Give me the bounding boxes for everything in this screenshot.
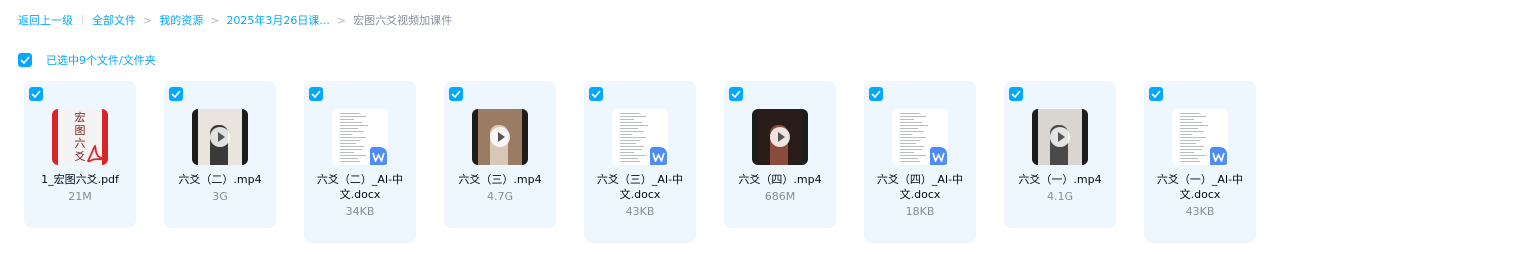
check-icon <box>311 90 321 98</box>
breadcrumb: 返回上一级 全部文件 > 我的资源 > 2025年3月26日课... > 宏图六… <box>18 12 452 28</box>
file-size: 3G <box>212 190 228 203</box>
breadcrumb-item-course-folder[interactable]: 2025年3月26日课... <box>226 12 329 28</box>
word-icon <box>370 147 387 165</box>
check-icon <box>731 90 741 98</box>
word-doc-icon <box>612 109 668 165</box>
play-icon <box>770 127 790 147</box>
word-icon <box>650 147 667 165</box>
file-name: 六爻（三）_AI-中文.docx <box>596 173 684 201</box>
file-checkbox[interactable] <box>1009 87 1023 101</box>
file-size: 18KB <box>905 205 935 218</box>
file-name: 六爻（一）.mp4 <box>1018 173 1102 186</box>
word-doc-icon <box>892 109 948 165</box>
file-checkbox[interactable] <box>589 87 603 101</box>
select-all-checkbox[interactable] <box>18 53 32 67</box>
selection-count-label: 已选中9个文件/文件夹 <box>46 54 156 67</box>
acrobat-logo-icon <box>84 143 106 165</box>
check-icon <box>31 90 41 98</box>
file-checkbox[interactable] <box>29 87 43 101</box>
breadcrumb-item-all-files[interactable]: 全部文件 <box>92 12 136 28</box>
file-name: 1_宏图六爻.pdf <box>41 173 119 186</box>
file-card[interactable]: 宏图六爻 1_宏图六爻.pdf 21M <box>24 81 136 228</box>
file-size: 43KB <box>625 205 655 218</box>
file-checkbox[interactable] <box>1149 87 1163 101</box>
back-link[interactable]: 返回上一级 <box>18 12 73 28</box>
check-icon <box>591 90 601 98</box>
file-card[interactable]: 六爻（一）.mp4 4.1G <box>1004 81 1116 228</box>
file-card[interactable]: 六爻（二）.mp4 3G <box>164 81 276 228</box>
play-icon <box>210 127 230 147</box>
word-doc-icon <box>1172 109 1228 165</box>
file-checkbox[interactable] <box>169 87 183 101</box>
file-card[interactable]: 六爻（四）.mp4 686M <box>724 81 836 228</box>
video-thumbnail-icon <box>1032 109 1088 165</box>
doc-preview-lines <box>620 113 648 164</box>
file-size: 34KB <box>345 205 375 218</box>
play-icon <box>490 127 510 147</box>
check-icon <box>20 56 30 64</box>
pdf-cover-char: 宏 <box>74 111 86 124</box>
pdf-cover-stripe <box>52 109 58 165</box>
word-icon <box>1210 147 1227 165</box>
file-checkbox[interactable] <box>729 87 743 101</box>
select-all-row: 已选中9个文件/文件夹 <box>18 52 156 68</box>
file-card[interactable]: 六爻（一）_AI-中文.docx 43KB <box>1144 81 1256 243</box>
file-checkbox[interactable] <box>309 87 323 101</box>
check-icon <box>171 90 181 98</box>
doc-preview-lines <box>1180 113 1208 164</box>
chevron-right-icon: > <box>143 13 153 27</box>
check-icon <box>451 90 461 98</box>
check-icon <box>1151 90 1161 98</box>
video-thumbnail-icon <box>192 109 248 165</box>
check-icon <box>1011 90 1021 98</box>
word-icon <box>930 147 947 165</box>
file-name: 六爻（二）_AI-中文.docx <box>316 173 404 201</box>
file-checkbox[interactable] <box>449 87 463 101</box>
chevron-right-icon: > <box>210 13 220 27</box>
file-name: 六爻（三）.mp4 <box>458 173 542 186</box>
file-name: 六爻（二）.mp4 <box>178 173 262 186</box>
file-size: 4.7G <box>486 190 514 203</box>
file-checkbox[interactable] <box>869 87 883 101</box>
file-card[interactable]: 六爻（三）_AI-中文.docx 43KB <box>584 81 696 243</box>
breadcrumb-current: 宏图六爻视频加课件 <box>353 14 453 27</box>
file-size: 4.1G <box>1046 190 1074 203</box>
check-icon <box>871 90 881 98</box>
file-card[interactable]: 六爻（三）.mp4 4.7G <box>444 81 556 228</box>
file-card[interactable]: 六爻（二）_AI-中文.docx 34KB <box>304 81 416 243</box>
breadcrumb-divider <box>82 15 83 25</box>
file-name: 六爻（四）.mp4 <box>738 173 822 186</box>
video-thumbnail-icon <box>472 109 528 165</box>
pdf-cover-char: 图 <box>74 124 86 137</box>
word-doc-icon <box>332 109 388 165</box>
file-size: 43KB <box>1185 205 1215 218</box>
doc-preview-lines <box>340 113 368 164</box>
pdf-icon: 宏图六爻 <box>52 109 108 165</box>
file-name: 六爻（四）_AI-中文.docx <box>876 173 964 201</box>
play-icon <box>1050 127 1070 147</box>
breadcrumb-item-my-resources[interactable]: 我的资源 <box>159 12 203 28</box>
doc-preview-lines <box>900 113 928 164</box>
file-size: 686M <box>764 190 796 203</box>
video-thumbnail-icon <box>752 109 808 165</box>
file-card[interactable]: 六爻（四）_AI-中文.docx 18KB <box>864 81 976 243</box>
file-name: 六爻（一）_AI-中文.docx <box>1156 173 1244 201</box>
chevron-right-icon: > <box>336 13 347 27</box>
file-size: 21M <box>68 190 92 203</box>
